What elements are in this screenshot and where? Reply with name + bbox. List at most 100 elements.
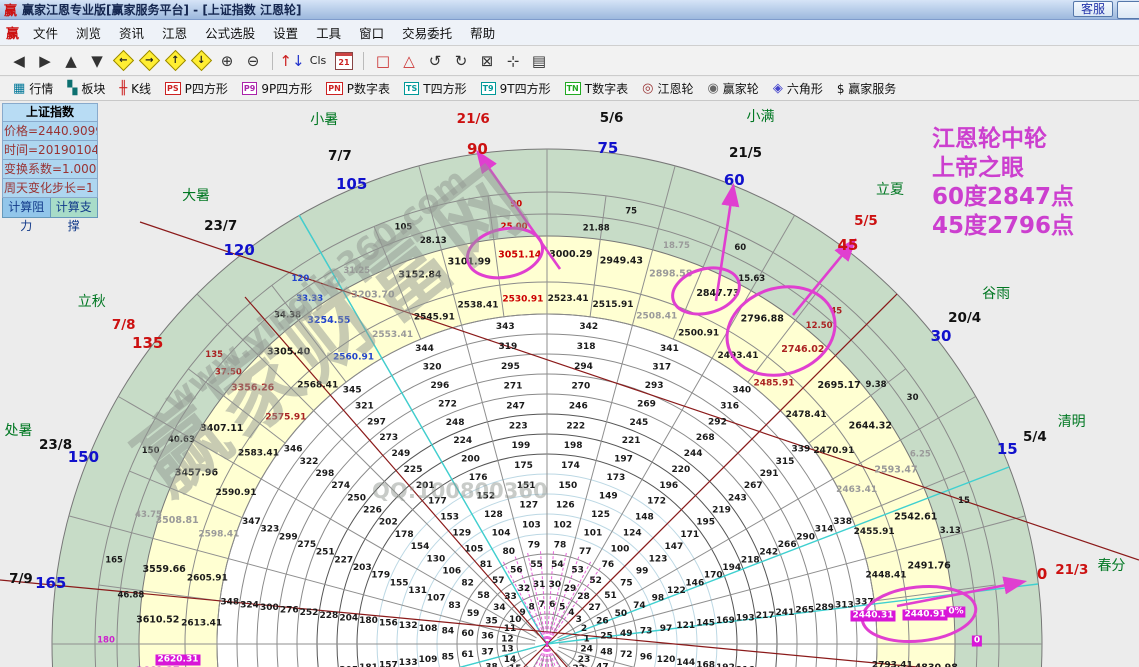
svg-text:345: 345 xyxy=(343,386,362,396)
svg-text:147: 147 xyxy=(665,542,684,552)
hexagon-button[interactable]: ◈ 六角形 xyxy=(773,80,823,97)
sectors-button[interactable]: ▚ 板块 xyxy=(67,80,105,97)
svg-text:3407.11: 3407.11 xyxy=(200,423,243,434)
triangle-tool-button[interactable]: △ xyxy=(397,49,421,73)
cls-button[interactable]: Cls xyxy=(306,49,330,73)
svg-text:342: 342 xyxy=(579,322,598,332)
svg-text:126: 126 xyxy=(556,501,575,511)
rim-date-90: 21/6 xyxy=(456,111,490,128)
svg-text:28: 28 xyxy=(577,592,590,602)
svg-text:48: 48 xyxy=(600,647,613,657)
calc-support-button[interactable]: 计算支撑 xyxy=(49,198,98,233)
pan-down-button[interactable]: ↓ xyxy=(189,49,213,73)
nav-right-button[interactable]: ▶ xyxy=(33,49,57,73)
pan-up-button[interactable]: ↑ xyxy=(163,49,187,73)
svg-text:202: 202 xyxy=(379,518,398,528)
svg-text:271: 271 xyxy=(504,382,523,392)
p-number-table-button[interactable]: PN P数字表 xyxy=(326,80,390,97)
square-tool-button[interactable]: □ xyxy=(371,49,395,73)
calc-resistance-button[interactable]: 计算阻力 xyxy=(2,198,50,233)
svg-text:72: 72 xyxy=(620,650,633,660)
fit-button[interactable]: ⊹ xyxy=(501,49,525,73)
svg-text:2583.41: 2583.41 xyxy=(238,449,279,459)
svg-text:200: 200 xyxy=(461,455,480,465)
svg-text:273: 273 xyxy=(379,433,398,443)
menu-item-1[interactable]: 浏览 xyxy=(67,23,110,44)
menu-item-4[interactable]: 公式选股 xyxy=(196,23,264,44)
svg-text:130: 130 xyxy=(427,554,446,564)
menu-item-2[interactable]: 资讯 xyxy=(110,23,153,44)
svg-text:2793.41: 2793.41 xyxy=(872,661,913,667)
delete-box-button[interactable]: ⊠ xyxy=(475,49,499,73)
svg-text:242: 242 xyxy=(759,548,778,558)
menu-item-3[interactable]: 江恩 xyxy=(153,23,196,44)
svg-text:224: 224 xyxy=(453,436,472,446)
p9-square-button[interactable]: P9 9P四方形 xyxy=(241,80,312,97)
kline-button[interactable]: ╫ K线 xyxy=(119,80,151,97)
svg-text:3152.84: 3152.84 xyxy=(398,270,442,281)
menu-item-7[interactable]: 窗口 xyxy=(350,23,393,44)
rotate-cw-button[interactable]: ↻ xyxy=(449,49,473,73)
svg-text:83: 83 xyxy=(448,601,461,611)
nav-down-button[interactable]: ▼ xyxy=(85,49,109,73)
t9-square-button[interactable]: T9 9T四方形 xyxy=(480,80,551,97)
pan-left-button[interactable]: ← xyxy=(111,49,135,73)
customer-service-button[interactable]: 客服 xyxy=(1072,1,1113,17)
menu-item-8[interactable]: 交易委托 xyxy=(393,23,461,44)
svg-text:193: 193 xyxy=(736,613,755,623)
partial-button[interactable] xyxy=(1117,0,1139,19)
svg-text:58: 58 xyxy=(477,591,490,601)
gann-wheel-button[interactable]: ◎ 江恩轮 xyxy=(642,80,693,97)
nav-up-button[interactable]: ▲ xyxy=(59,49,83,73)
zoom-in-button[interactable]: ⊕ xyxy=(215,49,239,73)
svg-text:81: 81 xyxy=(480,560,493,570)
t-square-button[interactable]: TS T四方形 xyxy=(404,80,467,97)
t-number-table-button[interactable]: TN T数字表 xyxy=(564,80,628,97)
svg-text:43.75: 43.75 xyxy=(135,510,162,520)
menu-item-6[interactable]: 工具 xyxy=(307,23,350,44)
svg-text:152: 152 xyxy=(476,492,495,502)
pan-right-button[interactable]: → xyxy=(137,49,161,73)
zoom-out-button[interactable]: ⊖ xyxy=(241,49,265,73)
svg-text:2796.88: 2796.88 xyxy=(741,313,785,324)
winner-wheel-button[interactable]: ◉ 赢家轮 xyxy=(707,80,758,97)
toolbar-separator xyxy=(272,51,273,70)
svg-text:35: 35 xyxy=(485,617,498,627)
quotes-button[interactable]: ▦ 行情 xyxy=(13,80,53,97)
svg-text:124: 124 xyxy=(623,528,642,538)
svg-text:21.88: 21.88 xyxy=(583,223,610,233)
svg-text:107: 107 xyxy=(427,594,446,604)
p9-square-button-icon: P9 xyxy=(241,82,258,95)
p-square-button[interactable]: PS P四方形 xyxy=(165,80,228,97)
svg-text:150: 150 xyxy=(558,481,577,491)
winner-service-button[interactable]: $ 赢家服务 xyxy=(837,80,896,97)
title-bar: 赢 赢家江恩专业版[赢家服务平台] - [上证指数 江恩轮] 客服 xyxy=(0,0,1139,20)
menu-item-9[interactable]: 帮助 xyxy=(461,23,504,44)
svg-text:38: 38 xyxy=(485,662,498,667)
calendar-button[interactable]: 21 xyxy=(332,49,356,73)
svg-text:85: 85 xyxy=(442,653,455,663)
chart-area[interactable]: 1234567891011121314151621222324252627282… xyxy=(0,101,1139,667)
svg-text:102: 102 xyxy=(553,521,572,531)
nav-left-button[interactable]: ◀ xyxy=(7,49,31,73)
svg-text:241: 241 xyxy=(776,608,795,618)
winner-service-button-label: $ 赢家服务 xyxy=(836,82,897,96)
svg-text:339: 339 xyxy=(791,445,810,455)
svg-text:179: 179 xyxy=(371,571,390,581)
updown-marker-button[interactable]: ↑ ↓ xyxy=(279,49,304,73)
rotate-ccw-button[interactable]: ↺ xyxy=(423,49,447,73)
p-number-table-button-label: P数字表 xyxy=(346,82,391,96)
menu-item-5[interactable]: 设置 xyxy=(264,23,307,44)
svg-text:176: 176 xyxy=(469,473,488,483)
svg-text:315: 315 xyxy=(776,457,795,467)
menu-item-0[interactable]: 文件 xyxy=(24,23,67,44)
svg-text:99: 99 xyxy=(636,566,649,576)
svg-text:3203.70: 3203.70 xyxy=(351,289,395,300)
svg-text:203: 203 xyxy=(353,563,372,573)
clear-button[interactable]: ▤ xyxy=(527,49,551,73)
gann-wheel-button-label: 江恩轮 xyxy=(657,82,694,96)
svg-text:178: 178 xyxy=(395,530,414,540)
svg-text:171: 171 xyxy=(680,530,699,540)
svg-text:218: 218 xyxy=(741,555,760,565)
svg-text:127: 127 xyxy=(519,501,538,511)
